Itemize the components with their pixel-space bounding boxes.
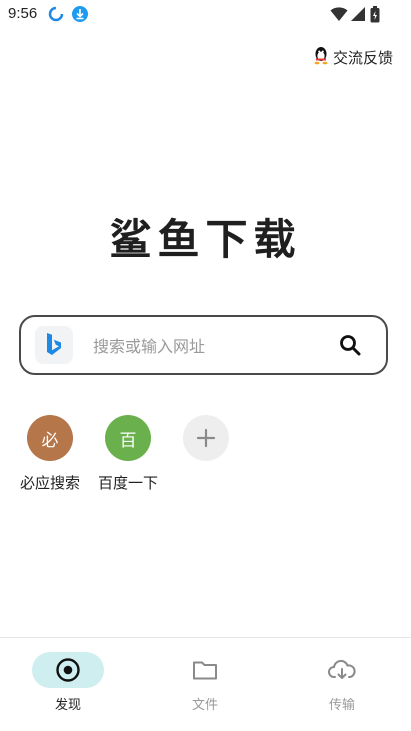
download-notification-icon xyxy=(72,6,88,26)
add-shortcut-button[interactable] xyxy=(166,415,246,461)
baidu-shortcut-icon: 百 xyxy=(105,415,151,461)
bing-logo-icon[interactable] xyxy=(35,326,73,364)
folder-icon xyxy=(169,652,241,688)
wifi-icon xyxy=(330,6,348,26)
nav-tab-files[interactable]: 文件 xyxy=(160,652,250,713)
status-time: 9:56 xyxy=(8,5,38,22)
shortcut-bing[interactable]: 必 必应搜索 xyxy=(10,415,90,493)
nav-tab-discover[interactable]: 发现 xyxy=(23,652,113,713)
bing-shortcut-icon: 必 xyxy=(27,415,73,461)
nav-tab-transfer[interactable]: 传输 xyxy=(297,652,387,713)
nav-label: 文件 xyxy=(191,698,218,713)
shortcut-label: 必应搜索 xyxy=(19,474,80,492)
battery-icon xyxy=(370,6,380,27)
search-icon[interactable] xyxy=(336,331,364,359)
qq-penguin-icon xyxy=(313,46,329,69)
bottom-nav: 发现 文件 传输 xyxy=(0,638,411,731)
feedback-link[interactable]: 交流反馈 xyxy=(313,46,393,69)
cloud-download-icon xyxy=(306,652,378,688)
search-box[interactable]: 搜索或输入网址 xyxy=(19,315,388,375)
shortcut-baidu[interactable]: 百 百度一下 xyxy=(88,415,168,493)
loading-icon xyxy=(48,6,64,26)
nav-label: 传输 xyxy=(328,698,355,713)
nav-label: 发现 xyxy=(54,698,81,713)
app-title: 鲨鱼下载 xyxy=(109,215,302,264)
discover-icon xyxy=(32,652,104,688)
feedback-label: 交流反馈 xyxy=(332,49,393,67)
search-input[interactable]: 搜索或输入网址 xyxy=(93,333,336,357)
signal-icon xyxy=(350,6,366,26)
status-bar: 9:56 xyxy=(0,0,411,28)
shortcut-label: 百度一下 xyxy=(97,474,158,492)
plus-icon xyxy=(183,415,229,461)
